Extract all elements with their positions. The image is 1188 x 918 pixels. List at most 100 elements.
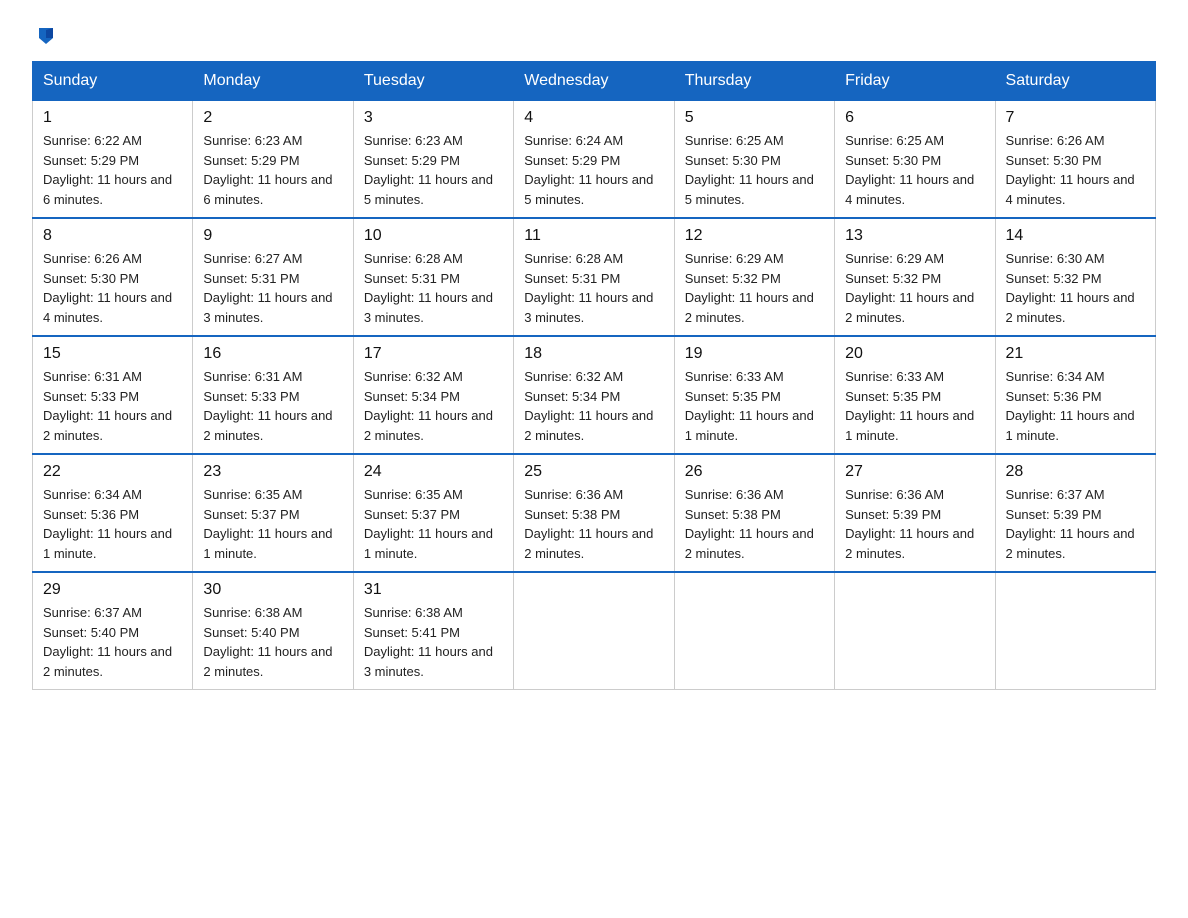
weekday-header-saturday: Saturday bbox=[995, 62, 1155, 101]
calendar-cell: 13 Sunrise: 6:29 AM Sunset: 5:32 PM Dayl… bbox=[835, 218, 995, 336]
calendar-cell: 17 Sunrise: 6:32 AM Sunset: 5:34 PM Dayl… bbox=[353, 336, 513, 454]
day-info: Sunrise: 6:28 AM Sunset: 5:31 PM Dayligh… bbox=[364, 249, 503, 327]
calendar-cell: 3 Sunrise: 6:23 AM Sunset: 5:29 PM Dayli… bbox=[353, 101, 513, 219]
calendar-cell bbox=[835, 572, 995, 690]
day-number: 13 bbox=[845, 227, 984, 245]
weekday-header-row: SundayMondayTuesdayWednesdayThursdayFrid… bbox=[33, 62, 1156, 101]
calendar-cell: 29 Sunrise: 6:37 AM Sunset: 5:40 PM Dayl… bbox=[33, 572, 193, 690]
day-number: 23 bbox=[203, 463, 342, 481]
day-info: Sunrise: 6:32 AM Sunset: 5:34 PM Dayligh… bbox=[524, 367, 663, 445]
day-number: 17 bbox=[364, 345, 503, 363]
day-info: Sunrise: 6:32 AM Sunset: 5:34 PM Dayligh… bbox=[364, 367, 503, 445]
calendar-cell: 2 Sunrise: 6:23 AM Sunset: 5:29 PM Dayli… bbox=[193, 101, 353, 219]
day-info: Sunrise: 6:38 AM Sunset: 5:40 PM Dayligh… bbox=[203, 603, 342, 681]
calendar-cell: 15 Sunrise: 6:31 AM Sunset: 5:33 PM Dayl… bbox=[33, 336, 193, 454]
weekday-header-tuesday: Tuesday bbox=[353, 62, 513, 101]
calendar-cell: 30 Sunrise: 6:38 AM Sunset: 5:40 PM Dayl… bbox=[193, 572, 353, 690]
week-row-4: 22 Sunrise: 6:34 AM Sunset: 5:36 PM Dayl… bbox=[33, 454, 1156, 572]
calendar-cell: 1 Sunrise: 6:22 AM Sunset: 5:29 PM Dayli… bbox=[33, 101, 193, 219]
weekday-header-wednesday: Wednesday bbox=[514, 62, 674, 101]
calendar-cell: 22 Sunrise: 6:34 AM Sunset: 5:36 PM Dayl… bbox=[33, 454, 193, 572]
day-info: Sunrise: 6:31 AM Sunset: 5:33 PM Dayligh… bbox=[43, 367, 182, 445]
calendar-cell bbox=[674, 572, 834, 690]
calendar-cell: 7 Sunrise: 6:26 AM Sunset: 5:30 PM Dayli… bbox=[995, 101, 1155, 219]
day-number: 8 bbox=[43, 227, 182, 245]
calendar-cell: 23 Sunrise: 6:35 AM Sunset: 5:37 PM Dayl… bbox=[193, 454, 353, 572]
calendar-cell: 24 Sunrise: 6:35 AM Sunset: 5:37 PM Dayl… bbox=[353, 454, 513, 572]
calendar-cell: 6 Sunrise: 6:25 AM Sunset: 5:30 PM Dayli… bbox=[835, 101, 995, 219]
weekday-header-thursday: Thursday bbox=[674, 62, 834, 101]
day-number: 9 bbox=[203, 227, 342, 245]
day-number: 28 bbox=[1006, 463, 1145, 481]
day-number: 7 bbox=[1006, 109, 1145, 127]
day-number: 6 bbox=[845, 109, 984, 127]
day-number: 10 bbox=[364, 227, 503, 245]
day-number: 12 bbox=[685, 227, 824, 245]
day-info: Sunrise: 6:22 AM Sunset: 5:29 PM Dayligh… bbox=[43, 131, 182, 209]
calendar-cell: 11 Sunrise: 6:28 AM Sunset: 5:31 PM Dayl… bbox=[514, 218, 674, 336]
day-number: 25 bbox=[524, 463, 663, 481]
day-number: 5 bbox=[685, 109, 824, 127]
logo-arrow-icon bbox=[35, 24, 57, 51]
day-info: Sunrise: 6:27 AM Sunset: 5:31 PM Dayligh… bbox=[203, 249, 342, 327]
day-info: Sunrise: 6:31 AM Sunset: 5:33 PM Dayligh… bbox=[203, 367, 342, 445]
week-row-1: 1 Sunrise: 6:22 AM Sunset: 5:29 PM Dayli… bbox=[33, 101, 1156, 219]
calendar-cell: 21 Sunrise: 6:34 AM Sunset: 5:36 PM Dayl… bbox=[995, 336, 1155, 454]
day-info: Sunrise: 6:33 AM Sunset: 5:35 PM Dayligh… bbox=[685, 367, 824, 445]
calendar-cell: 12 Sunrise: 6:29 AM Sunset: 5:32 PM Dayl… bbox=[674, 218, 834, 336]
calendar-cell: 10 Sunrise: 6:28 AM Sunset: 5:31 PM Dayl… bbox=[353, 218, 513, 336]
day-number: 4 bbox=[524, 109, 663, 127]
calendar-cell: 16 Sunrise: 6:31 AM Sunset: 5:33 PM Dayl… bbox=[193, 336, 353, 454]
calendar-table: SundayMondayTuesdayWednesdayThursdayFrid… bbox=[32, 61, 1156, 690]
calendar-cell: 20 Sunrise: 6:33 AM Sunset: 5:35 PM Dayl… bbox=[835, 336, 995, 454]
calendar-cell: 14 Sunrise: 6:30 AM Sunset: 5:32 PM Dayl… bbox=[995, 218, 1155, 336]
day-info: Sunrise: 6:23 AM Sunset: 5:29 PM Dayligh… bbox=[203, 131, 342, 209]
calendar-cell: 4 Sunrise: 6:24 AM Sunset: 5:29 PM Dayli… bbox=[514, 101, 674, 219]
calendar-cell: 9 Sunrise: 6:27 AM Sunset: 5:31 PM Dayli… bbox=[193, 218, 353, 336]
page-header bbox=[32, 24, 1156, 45]
calendar-cell: 27 Sunrise: 6:36 AM Sunset: 5:39 PM Dayl… bbox=[835, 454, 995, 572]
day-number: 18 bbox=[524, 345, 663, 363]
day-info: Sunrise: 6:30 AM Sunset: 5:32 PM Dayligh… bbox=[1006, 249, 1145, 327]
week-row-5: 29 Sunrise: 6:37 AM Sunset: 5:40 PM Dayl… bbox=[33, 572, 1156, 690]
day-number: 21 bbox=[1006, 345, 1145, 363]
day-info: Sunrise: 6:36 AM Sunset: 5:39 PM Dayligh… bbox=[845, 485, 984, 563]
day-info: Sunrise: 6:26 AM Sunset: 5:30 PM Dayligh… bbox=[43, 249, 182, 327]
day-info: Sunrise: 6:37 AM Sunset: 5:39 PM Dayligh… bbox=[1006, 485, 1145, 563]
calendar-cell: 28 Sunrise: 6:37 AM Sunset: 5:39 PM Dayl… bbox=[995, 454, 1155, 572]
day-info: Sunrise: 6:34 AM Sunset: 5:36 PM Dayligh… bbox=[1006, 367, 1145, 445]
day-number: 30 bbox=[203, 581, 342, 599]
day-number: 29 bbox=[43, 581, 182, 599]
calendar-cell: 26 Sunrise: 6:36 AM Sunset: 5:38 PM Dayl… bbox=[674, 454, 834, 572]
day-number: 27 bbox=[845, 463, 984, 481]
day-number: 14 bbox=[1006, 227, 1145, 245]
day-info: Sunrise: 6:25 AM Sunset: 5:30 PM Dayligh… bbox=[845, 131, 984, 209]
day-info: Sunrise: 6:24 AM Sunset: 5:29 PM Dayligh… bbox=[524, 131, 663, 209]
day-info: Sunrise: 6:33 AM Sunset: 5:35 PM Dayligh… bbox=[845, 367, 984, 445]
day-number: 11 bbox=[524, 227, 663, 245]
calendar-cell: 25 Sunrise: 6:36 AM Sunset: 5:38 PM Dayl… bbox=[514, 454, 674, 572]
day-number: 24 bbox=[364, 463, 503, 481]
calendar-cell: 19 Sunrise: 6:33 AM Sunset: 5:35 PM Dayl… bbox=[674, 336, 834, 454]
day-number: 19 bbox=[685, 345, 824, 363]
day-number: 26 bbox=[685, 463, 824, 481]
weekday-header-friday: Friday bbox=[835, 62, 995, 101]
day-info: Sunrise: 6:28 AM Sunset: 5:31 PM Dayligh… bbox=[524, 249, 663, 327]
logo bbox=[32, 24, 57, 45]
day-info: Sunrise: 6:29 AM Sunset: 5:32 PM Dayligh… bbox=[685, 249, 824, 327]
day-number: 3 bbox=[364, 109, 503, 127]
calendar-cell bbox=[995, 572, 1155, 690]
day-info: Sunrise: 6:36 AM Sunset: 5:38 PM Dayligh… bbox=[524, 485, 663, 563]
day-info: Sunrise: 6:35 AM Sunset: 5:37 PM Dayligh… bbox=[364, 485, 503, 563]
day-number: 1 bbox=[43, 109, 182, 127]
day-info: Sunrise: 6:26 AM Sunset: 5:30 PM Dayligh… bbox=[1006, 131, 1145, 209]
week-row-3: 15 Sunrise: 6:31 AM Sunset: 5:33 PM Dayl… bbox=[33, 336, 1156, 454]
week-row-2: 8 Sunrise: 6:26 AM Sunset: 5:30 PM Dayli… bbox=[33, 218, 1156, 336]
day-info: Sunrise: 6:29 AM Sunset: 5:32 PM Dayligh… bbox=[845, 249, 984, 327]
day-number: 16 bbox=[203, 345, 342, 363]
day-info: Sunrise: 6:35 AM Sunset: 5:37 PM Dayligh… bbox=[203, 485, 342, 563]
weekday-header-sunday: Sunday bbox=[33, 62, 193, 101]
day-number: 31 bbox=[364, 581, 503, 599]
day-number: 22 bbox=[43, 463, 182, 481]
day-info: Sunrise: 6:34 AM Sunset: 5:36 PM Dayligh… bbox=[43, 485, 182, 563]
